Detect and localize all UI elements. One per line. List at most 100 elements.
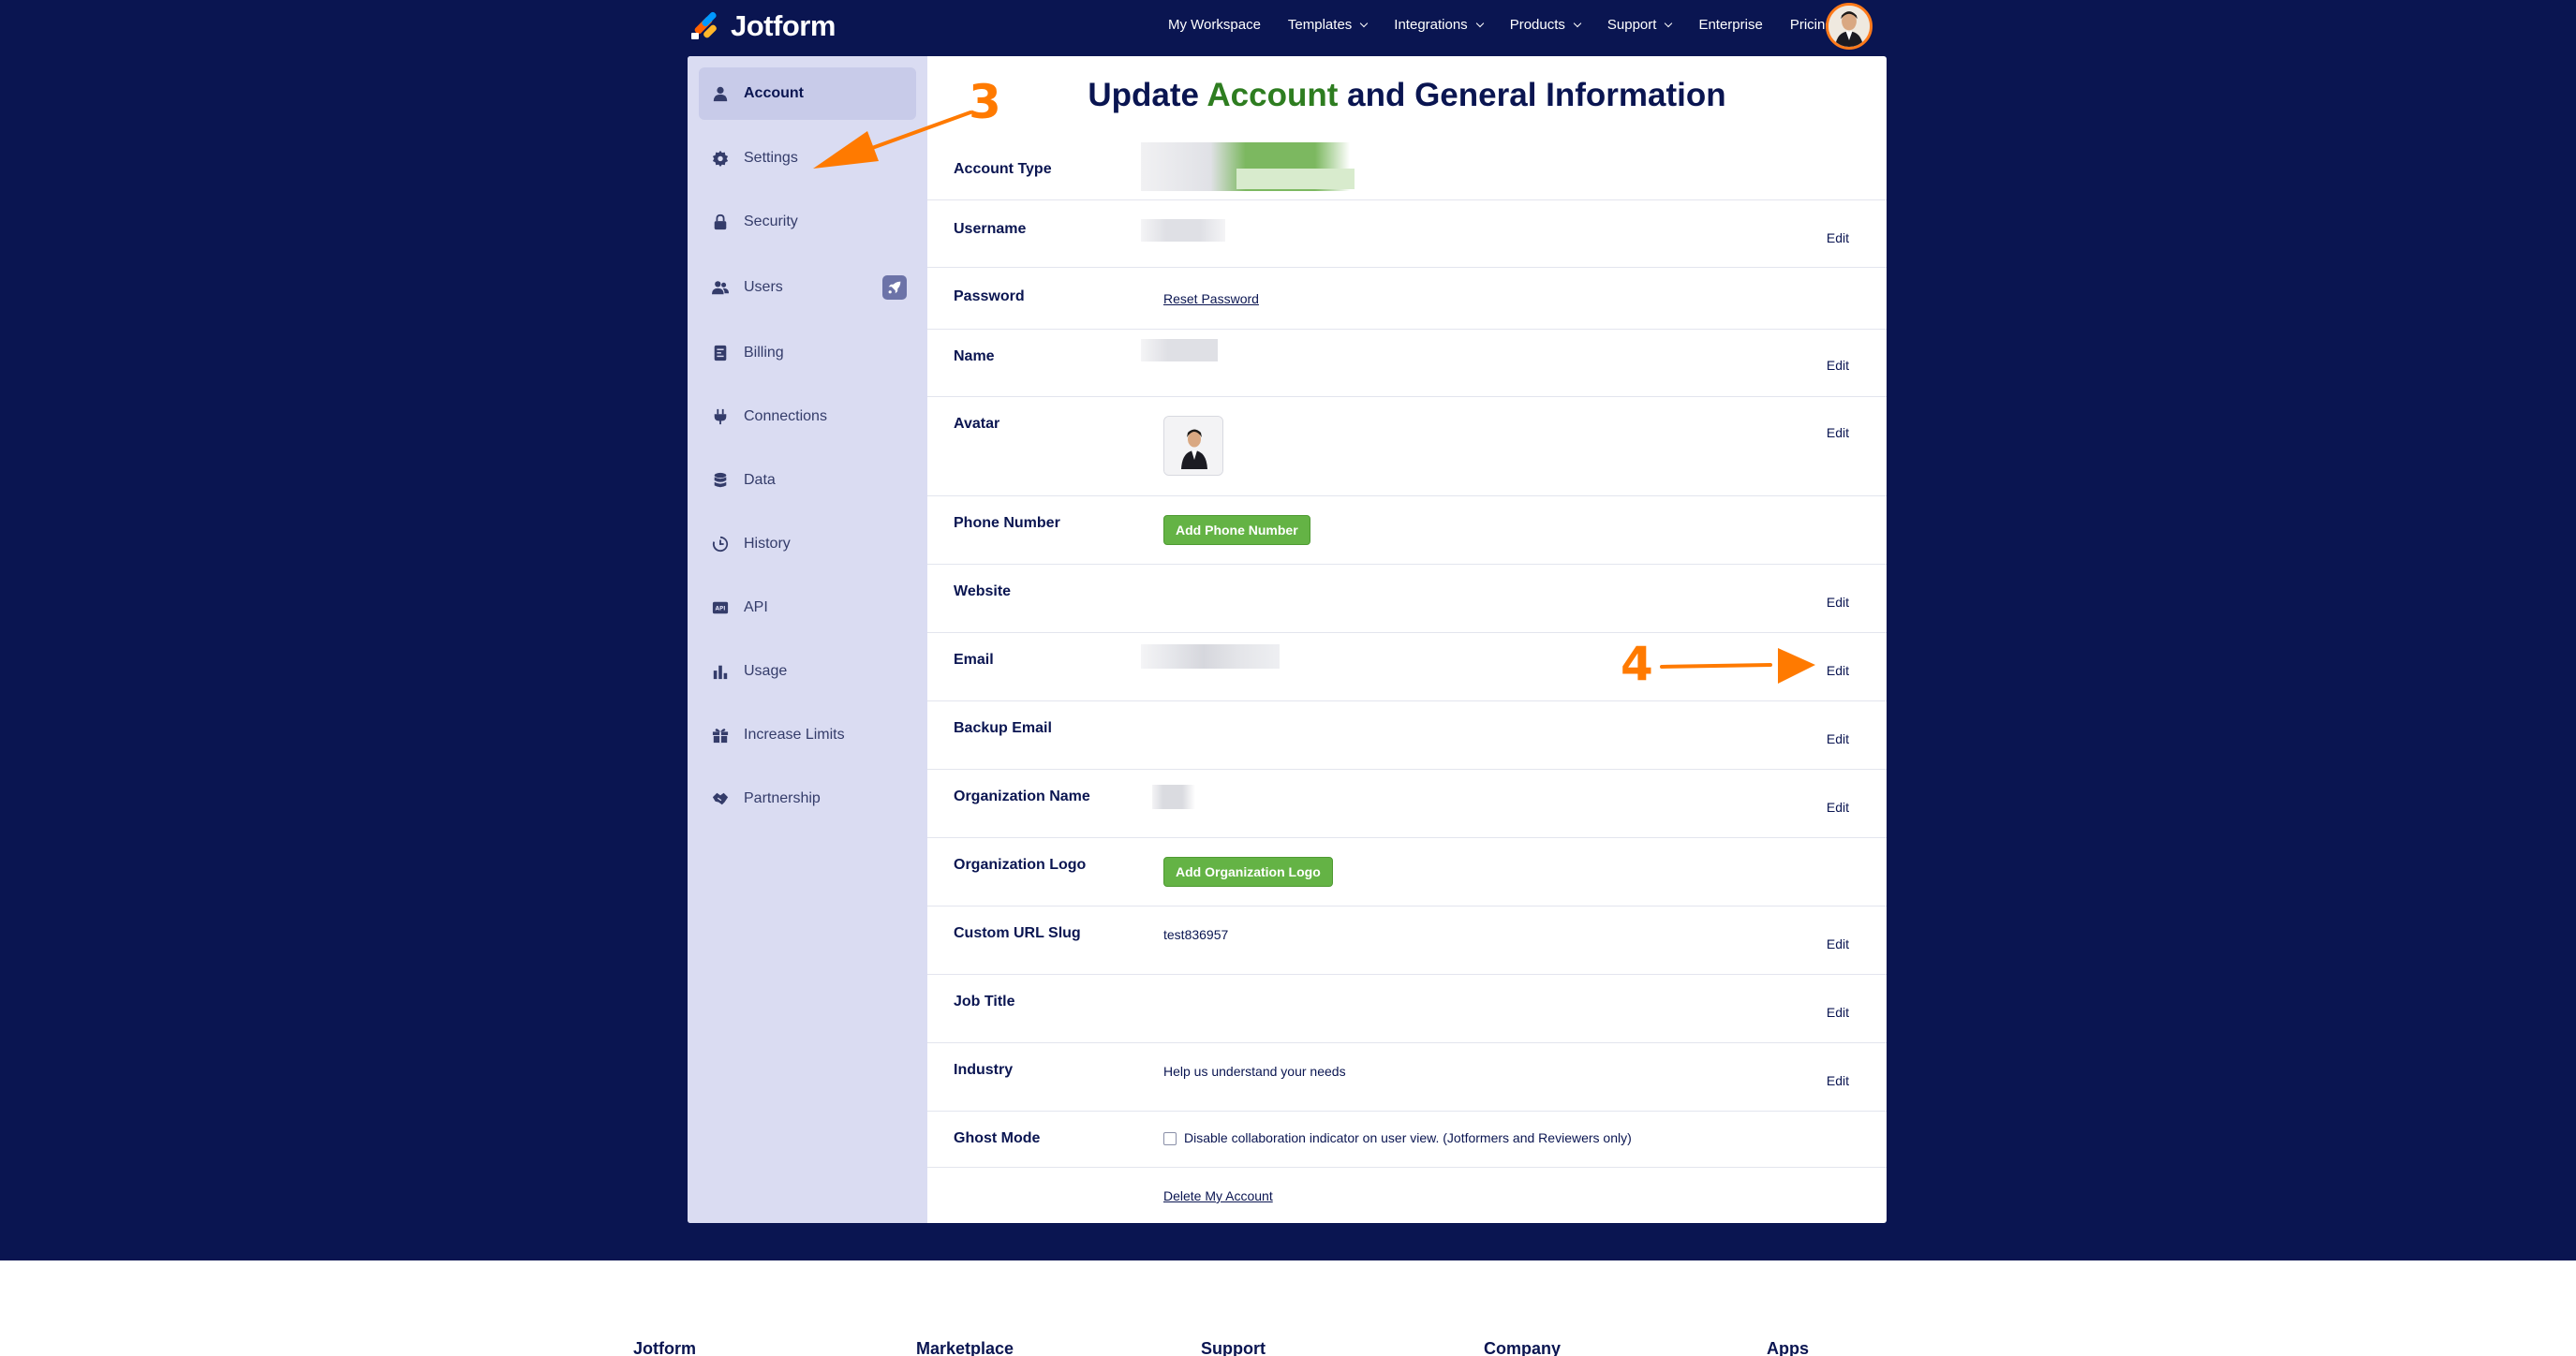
nav-products[interactable]: Products	[1509, 17, 1582, 33]
add-phone-number-button[interactable]: Add Phone Number	[1163, 515, 1310, 545]
top-navigation: Jotform My Workspace Templates Integrati…	[0, 0, 2576, 54]
nav-support[interactable]: Support	[1606, 17, 1673, 33]
site-footer: Jotform Marketplace Support Company Apps	[0, 1260, 2576, 1356]
field-label: Organization Name	[954, 789, 1090, 804]
sidebar-item-label: Increase Limits	[744, 727, 845, 743]
field-label: Password	[954, 288, 1025, 304]
delete-account-link[interactable]: Delete My Account	[1163, 1188, 1273, 1203]
nav-label: Enterprise	[1698, 17, 1763, 33]
row-delete-account: Delete My Account	[927, 1168, 1887, 1223]
row-phone-number: Phone Number Add Phone Number	[927, 496, 1887, 565]
field-label: Ghost Mode	[954, 1130, 1041, 1146]
field-label: Name	[954, 348, 995, 364]
row-backup-email: Backup Email Edit	[927, 701, 1887, 770]
database-icon	[712, 472, 729, 489]
edit-username-button[interactable]: Edit	[1827, 230, 1849, 245]
chevron-down-icon	[1360, 19, 1369, 27]
sidebar-item-history[interactable]: History	[699, 518, 916, 570]
sidebar-item-security[interactable]: Security	[699, 196, 916, 248]
brand-name: Jotform	[731, 9, 836, 42]
footer-column-heading: Company	[1484, 1339, 1562, 1356]
sidebar-item-label: Connections	[744, 408, 827, 424]
industry-value: Help us understand your needs	[1163, 1064, 1346, 1079]
nav-integrations[interactable]: Integrations	[1394, 17, 1484, 33]
jotform-logo-icon	[691, 10, 719, 40]
sidebar-item-data[interactable]: Data	[699, 454, 916, 507]
row-ghost-mode: Ghost Mode Disable collaboration indicat…	[927, 1112, 1887, 1168]
ghost-mode-option: Disable collaboration indicator on user …	[1163, 1130, 1632, 1146]
ghost-mode-checkbox-label[interactable]: Disable collaboration indicator on user …	[1184, 1130, 1632, 1145]
email-value	[1141, 644, 1280, 669]
sidebar-item-api[interactable]: API API	[699, 582, 916, 634]
title-text: and General Information	[1338, 77, 1726, 113]
field-label: Username	[954, 221, 1027, 237]
page-title: Update Account and General Information	[927, 77, 1887, 114]
reset-password-link[interactable]: Reset Password	[1163, 291, 1259, 306]
edit-organization-name-button[interactable]: Edit	[1827, 800, 1849, 815]
api-icon: API	[712, 599, 729, 616]
bar-chart-icon	[712, 663, 729, 680]
sidebar-item-connections[interactable]: Connections	[699, 391, 916, 443]
nav-label: Support	[1606, 17, 1657, 33]
ghost-mode-checkbox[interactable]	[1163, 1132, 1177, 1146]
edit-industry-button[interactable]: Edit	[1827, 1073, 1849, 1088]
field-label: Backup Email	[954, 720, 1052, 736]
sidebar-item-label: History	[744, 536, 791, 552]
rocket-icon	[882, 275, 907, 300]
avatar-image[interactable]	[1163, 416, 1223, 476]
edit-avatar-button[interactable]: Edit	[1827, 425, 1849, 440]
chevron-down-icon	[1665, 19, 1673, 27]
account-settings-card: Account Settings Security Users Billing …	[688, 56, 1887, 1223]
nav-label: Templates	[1287, 17, 1353, 33]
row-account-type: Account Type	[927, 140, 1887, 200]
account-form: Update Account and General Information A…	[927, 56, 1887, 1223]
sidebar-item-label: Security	[744, 214, 798, 229]
sidebar-item-usage[interactable]: Usage	[699, 645, 916, 698]
settings-sidebar: Account Settings Security Users Billing …	[688, 56, 927, 1223]
avatar-person-icon	[1164, 417, 1222, 475]
field-label: Phone Number	[954, 515, 1060, 531]
row-job-title: Job Title Edit	[927, 975, 1887, 1043]
footer-column-heading: Jotform	[633, 1339, 696, 1356]
footer-column-heading: Apps	[1767, 1339, 1809, 1356]
sidebar-item-partnership[interactable]: Partnership	[699, 773, 916, 825]
add-organization-logo-button[interactable]: Add Organization Logo	[1163, 857, 1333, 887]
nav-my-workspace[interactable]: My Workspace	[1168, 17, 1261, 33]
edit-name-button[interactable]: Edit	[1827, 358, 1849, 373]
sidebar-item-increase-limits[interactable]: Increase Limits	[699, 709, 916, 761]
svg-text:API: API	[716, 607, 726, 612]
edit-website-button[interactable]: Edit	[1827, 595, 1849, 610]
edit-job-title-button[interactable]: Edit	[1827, 1005, 1849, 1020]
nav-label: Integrations	[1394, 17, 1468, 33]
field-label: Organization Logo	[954, 857, 1087, 873]
username-value	[1141, 219, 1225, 242]
avatar-person-icon	[1828, 6, 1870, 47]
name-value	[1141, 339, 1218, 361]
sidebar-item-users[interactable]: Users	[699, 261, 916, 314]
row-organization-logo: Organization Logo Add Organization Logo	[927, 838, 1887, 906]
billing-icon	[712, 345, 729, 361]
organization-name-value	[1152, 785, 1195, 809]
sidebar-item-billing[interactable]: Billing	[699, 327, 916, 379]
nav-templates[interactable]: Templates	[1287, 17, 1369, 33]
annotation-step-4: 4	[1621, 637, 1653, 691]
field-label: Avatar	[954, 416, 1000, 432]
nav-label: Products	[1509, 17, 1565, 33]
sidebar-item-label: API	[744, 599, 768, 615]
row-name: Name Edit	[927, 330, 1887, 397]
field-label: Email	[954, 652, 994, 668]
row-username: Username Edit	[927, 200, 1887, 268]
sidebar-item-label: Settings	[744, 150, 798, 166]
history-icon	[712, 536, 729, 553]
custom-url-slug-value: test836957	[1163, 927, 1229, 942]
edit-backup-email-button[interactable]: Edit	[1827, 731, 1849, 746]
nav-menu: My Workspace Templates Integrations Prod…	[1168, 17, 1833, 33]
user-avatar[interactable]	[1826, 3, 1873, 50]
nav-enterprise[interactable]: Enterprise	[1698, 17, 1762, 33]
edit-custom-url-slug-button[interactable]: Edit	[1827, 936, 1849, 951]
row-avatar: Avatar Edit	[927, 397, 1887, 496]
sidebar-item-label: Usage	[744, 663, 788, 679]
jotform-logo[interactable]: Jotform	[691, 9, 836, 43]
field-label: Job Title	[954, 994, 1015, 1010]
edit-email-button[interactable]: Edit	[1827, 663, 1849, 678]
